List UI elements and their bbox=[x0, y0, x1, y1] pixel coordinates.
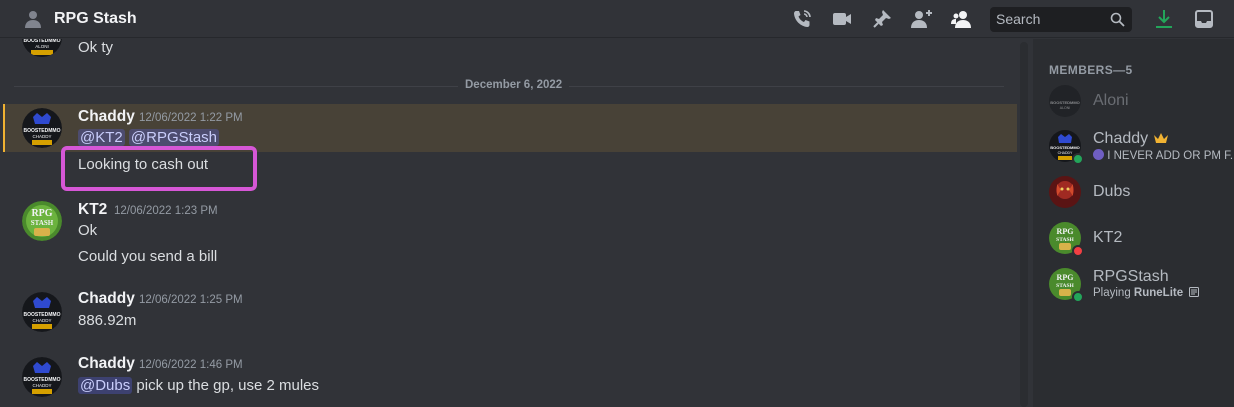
member-name: Chaddy bbox=[1093, 130, 1169, 149]
message-author[interactable]: Chaddy bbox=[78, 355, 135, 373]
member-name: RPGStash bbox=[1093, 268, 1169, 285]
avatar bbox=[1049, 176, 1081, 208]
message-author[interactable]: KT2 bbox=[78, 201, 107, 219]
member-name: Aloni bbox=[1093, 92, 1129, 109]
message-list[interactable]: BOOSTEDMMO ALONI Ok ty December 6, 2022 B… bbox=[0, 39, 1032, 407]
message-text: Ok ty bbox=[78, 39, 114, 56]
member-status-game: RuneLite bbox=[1133, 287, 1184, 299]
online-status-icon bbox=[1072, 291, 1084, 303]
add-friend-icon[interactable] bbox=[910, 7, 934, 31]
annotation-box bbox=[61, 146, 257, 191]
message-group: RPG STASH KT2 12/06/2022 1:23 PM Ok Could… bbox=[0, 199, 1017, 269]
people-icon bbox=[22, 8, 44, 30]
emoji-icon bbox=[1093, 149, 1104, 160]
svg-text:RPG: RPG bbox=[1057, 227, 1074, 236]
svg-text:STASH: STASH bbox=[31, 219, 54, 227]
avatar[interactable]: BOOSTEDMMO ALONI bbox=[22, 39, 62, 57]
member-name: Dubs bbox=[1093, 183, 1131, 200]
member-status: Playing RuneLite bbox=[1093, 287, 1200, 300]
header-toolbar bbox=[774, 0, 1234, 38]
avatar[interactable]: RPG STASH bbox=[22, 201, 62, 241]
member-item-dubs[interactable]: Dubs bbox=[1049, 176, 1229, 218]
message-mentions: @KT2 @RPGStash bbox=[78, 129, 220, 146]
online-status-icon bbox=[1072, 153, 1084, 165]
message-timestamp: 12/06/2022 1:46 PM bbox=[139, 359, 243, 371]
avatar[interactable]: BOOSTEDMMO CHADDY bbox=[22, 357, 62, 397]
member-item-rpgstash[interactable]: RPG STASH RPGStash Playing RuneLite bbox=[1049, 268, 1229, 310]
avatar: RPG STASH bbox=[1049, 268, 1084, 303]
search-input[interactable] bbox=[996, 11, 1106, 27]
avatar[interactable]: BOOSTEDMMO CHADDY bbox=[22, 292, 62, 332]
message-text: @Dubs pick up the gp, use 2 mules bbox=[78, 377, 319, 394]
message-text: Ok bbox=[78, 222, 98, 239]
member-status-prefix: Playing bbox=[1093, 287, 1134, 299]
message-group: BOOSTEDMMO CHADDY Chaddy 12/06/2022 1:25 … bbox=[0, 290, 1017, 340]
message-timestamp: 12/06/2022 1:25 PM bbox=[139, 294, 243, 306]
svg-text:CHADDY: CHADDY bbox=[32, 318, 51, 323]
avatar[interactable]: BOOSTEDMMO CHADDY bbox=[22, 108, 62, 148]
member-item-chaddy[interactable]: BOOSTEDMMO CHADDY Chaddy I NEVER ADD OR P… bbox=[1049, 130, 1234, 172]
members-icon[interactable] bbox=[950, 7, 974, 31]
svg-text:RPG: RPG bbox=[31, 208, 52, 219]
message-author[interactable]: Chaddy bbox=[78, 290, 135, 308]
member-status-text: I NEVER ADD OR PM F... bbox=[1107, 150, 1234, 162]
svg-text:STASH: STASH bbox=[1056, 283, 1074, 289]
search-box[interactable] bbox=[990, 6, 1132, 32]
message-author[interactable]: Chaddy bbox=[78, 108, 135, 126]
svg-text:ALONI: ALONI bbox=[35, 44, 49, 49]
crown-icon bbox=[1153, 131, 1169, 149]
list-item: BOOSTEDMMO ALONI Ok ty bbox=[0, 39, 1017, 69]
mention[interactable]: @Dubs bbox=[78, 377, 133, 394]
svg-text:BOOSTEDMMO: BOOSTEDMMO bbox=[1050, 145, 1080, 150]
member-item-aloni[interactable]: BOOSTEDMMO ALONI Aloni bbox=[1049, 85, 1229, 127]
date-divider-label: December 6, 2022 bbox=[458, 79, 570, 91]
video-icon[interactable] bbox=[830, 7, 854, 31]
rich-presence-icon bbox=[1189, 287, 1200, 300]
svg-text:CHADDY: CHADDY bbox=[32, 383, 51, 388]
svg-text:BOOSTEDMMO: BOOSTEDMMO bbox=[1050, 100, 1080, 105]
svg-text:STASH: STASH bbox=[1056, 237, 1074, 243]
scrollbar[interactable] bbox=[1020, 42, 1028, 407]
page-title: RPG Stash bbox=[54, 9, 137, 27]
member-name: KT2 bbox=[1093, 229, 1123, 246]
pin-icon[interactable] bbox=[870, 7, 894, 31]
message-timestamp: 12/06/2022 1:23 PM bbox=[114, 205, 218, 217]
avatar: BOOSTEDMMO CHADDY bbox=[1049, 130, 1084, 165]
message-text: Could you send a bill bbox=[78, 248, 218, 265]
message-group: BOOSTEDMMO CHADDY Chaddy 12/06/2022 1:46 … bbox=[0, 355, 1017, 407]
svg-text:CHADDY: CHADDY bbox=[1058, 151, 1073, 155]
svg-text:CHADDY: CHADDY bbox=[32, 134, 51, 139]
mention[interactable]: @KT2 bbox=[78, 129, 125, 146]
svg-text:ALONI: ALONI bbox=[1060, 106, 1071, 110]
phone-icon[interactable] bbox=[790, 7, 814, 31]
search-icon bbox=[1110, 12, 1125, 32]
dnd-status-icon bbox=[1072, 245, 1084, 257]
member-list-heading: MEMBERS—5 bbox=[1049, 63, 1133, 77]
svg-text:RPG: RPG bbox=[1057, 273, 1074, 282]
inbox-icon[interactable] bbox=[1192, 7, 1216, 31]
member-status: I NEVER ADD OR PM F... bbox=[1093, 149, 1234, 162]
message-text: 886.92m bbox=[78, 312, 137, 329]
avatar: RPG STASH bbox=[1049, 222, 1084, 257]
member-item-kt2[interactable]: RPG STASH KT2 bbox=[1049, 222, 1229, 264]
message-timestamp: 12/06/2022 1:22 PM bbox=[139, 112, 243, 124]
message-text-rest: pick up the gp, use 2 mules bbox=[132, 377, 320, 394]
avatar: BOOSTEDMMO ALONI bbox=[1049, 85, 1081, 117]
mention[interactable]: @RPGStash bbox=[128, 129, 220, 146]
member-name-text: Chaddy bbox=[1093, 130, 1149, 147]
channel-header: RPG Stash bbox=[0, 0, 1234, 38]
download-icon[interactable] bbox=[1152, 7, 1176, 31]
member-list: MEMBERS—5 BOOSTEDMMO ALONI Aloni BOOSTEDM… bbox=[1033, 39, 1234, 407]
